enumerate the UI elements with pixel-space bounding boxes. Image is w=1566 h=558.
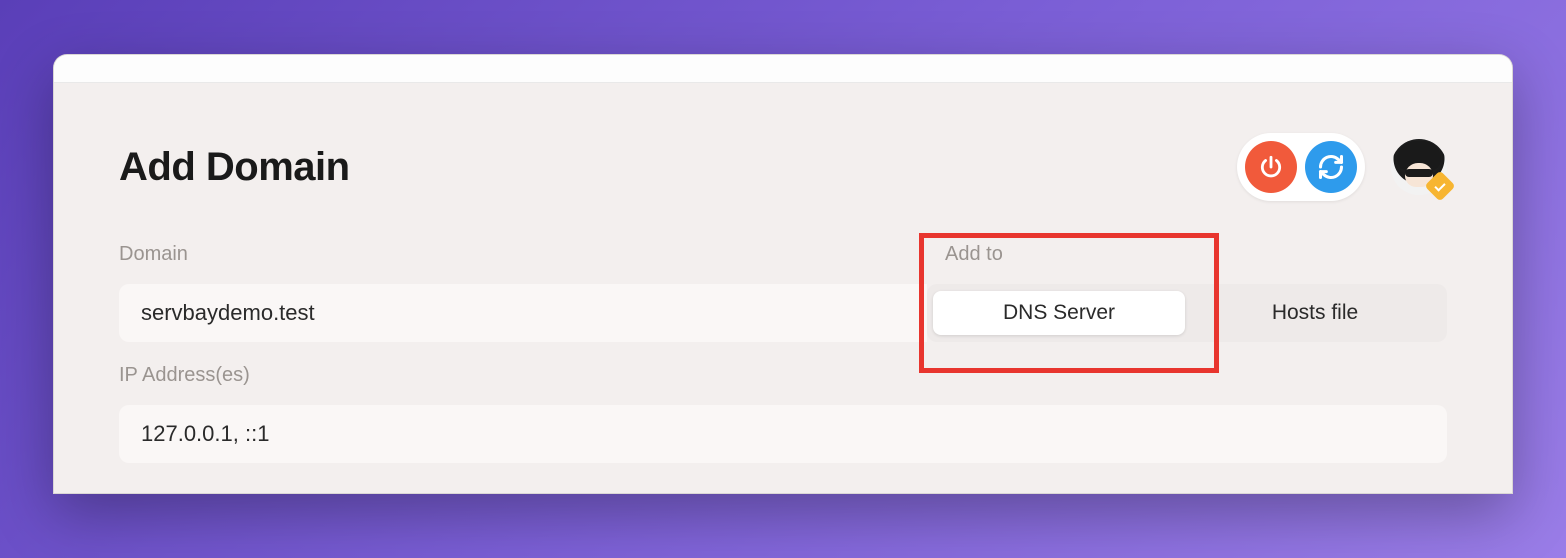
ip-input[interactable]: [119, 405, 1447, 463]
segment-dns-server[interactable]: DNS Server: [933, 291, 1185, 335]
addto-label: Add to: [927, 243, 1447, 266]
refresh-icon: [1317, 153, 1345, 181]
segment-hosts-file[interactable]: Hosts file: [1189, 291, 1441, 335]
addto-segmented-control: DNS Server Hosts file: [927, 284, 1447, 342]
domain-label: Domain: [119, 243, 927, 266]
refresh-button[interactable]: [1305, 141, 1357, 193]
page-title: Add Domain: [119, 145, 350, 190]
domain-addto-row: Domain Add to DNS Server Hosts file: [119, 243, 1447, 342]
ip-row: IP Address(es): [119, 364, 1447, 463]
header-row: Add Domain: [119, 133, 1447, 201]
addto-group: Add to DNS Server Hosts file: [927, 243, 1447, 342]
power-icon: [1258, 154, 1284, 180]
user-avatar[interactable]: [1391, 139, 1447, 195]
window-titlebar[interactable]: [54, 55, 1512, 83]
ip-group: IP Address(es): [119, 364, 1447, 463]
power-button[interactable]: [1245, 141, 1297, 193]
app-window: Add Domain: [53, 54, 1513, 494]
domain-input[interactable]: [119, 284, 927, 342]
domain-group: Domain: [119, 243, 927, 342]
content-area: Add Domain: [54, 83, 1512, 494]
action-pill-group: [1237, 133, 1365, 201]
header-controls: [1237, 133, 1447, 201]
ip-label: IP Address(es): [119, 364, 1447, 387]
